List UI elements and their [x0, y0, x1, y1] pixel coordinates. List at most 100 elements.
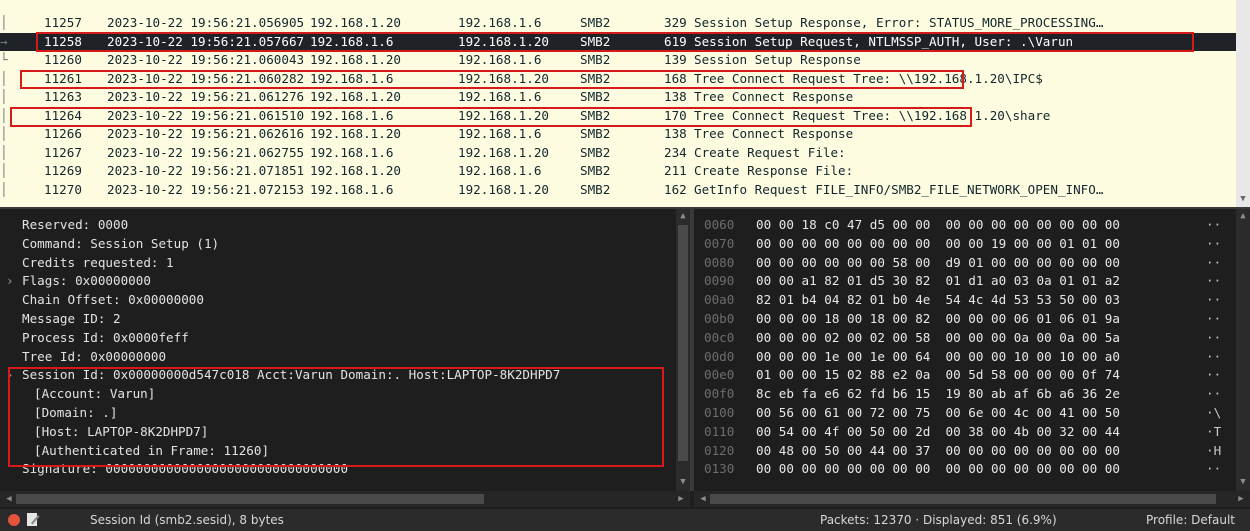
packet-row[interactable]: → 11258 2023-10-22 19:56:21.057667 192.168.…	[0, 32, 1236, 51]
details-hscroll-thumb[interactable]	[16, 494, 484, 504]
packet-src: 192.168.1.20	[310, 163, 401, 178]
hex-dump-row[interactable]: 0110 00 54 00 4f 00 50 00 2d 00 38 00 4b …	[694, 423, 1234, 442]
packet-row[interactable]: │ 11263 2023-10-22 19:56:21.061276 192.168.…	[0, 88, 1236, 107]
expand-icon[interactable]: ›	[6, 272, 14, 291]
detail-field[interactable]: Reserved: 0000	[0, 216, 680, 235]
packet-len: 138	[664, 89, 687, 104]
expand-icon[interactable]: ›	[6, 366, 14, 385]
packet-row[interactable]: │ 11257 2023-10-22 19:56:21.056905 192.168.…	[0, 14, 1236, 33]
scroll-up-icon[interactable]: ▲	[1236, 209, 1250, 223]
hex-dump-row[interactable]: 0070 00 00 00 00 00 00 00 00 00 00 19 00 …	[694, 235, 1234, 254]
hex-dump-row[interactable]: 0100 00 56 00 61 00 72 00 75 00 6e 00 4c …	[694, 404, 1234, 423]
packet-src: 192.168.1.6	[310, 144, 394, 160]
details-hscrollbar[interactable]: ◀ ▶	[0, 491, 690, 507]
status-bar: Session Id (smb2.sesid), 8 bytes Packets…	[0, 509, 1250, 531]
packet-src: 192.168.1.6	[310, 70, 394, 86]
hex-dump-row[interactable]: 00e0 01 00 00 15 02 88 e2 0a 00 5d 58 00 …	[694, 366, 1234, 385]
packet-tree: │	[0, 126, 8, 141]
packet-proto: SMB2	[580, 144, 611, 160]
hex-dump-row[interactable]: 0080 00 00 00 00 00 00 58 00 d9 01 00 00 …	[694, 254, 1234, 273]
detail-field[interactable]: Signature: 00000000000000000000000000000…	[0, 460, 680, 479]
bytes-hscroll-thumb[interactable]	[710, 494, 1216, 504]
hex-bytes: 00 00 a1 82 01 d5 30 82 01 d1 a0 03 0a 0…	[756, 273, 1120, 289]
packet-no: 11258	[44, 33, 82, 49]
packet-row[interactable]: │ 11264 2023-10-22 19:56:21.061510 192.168.…	[0, 107, 1236, 126]
horizontal-splitter[interactable]	[0, 207, 1250, 209]
packet-info: Create Request File:	[694, 144, 846, 160]
packet-len: 329	[664, 15, 687, 30]
packet-row[interactable]: │ 11266 2023-10-22 19:56:21.062616 192.168.…	[0, 125, 1236, 144]
details-vscrollbar[interactable]: ▲ ▼	[676, 209, 690, 491]
detail-field[interactable]: Message ID: 2	[0, 310, 680, 329]
detail-field[interactable]: Chain Offset: 0x00000000	[0, 291, 680, 310]
detail-field[interactable]: Command: Session Setup (1)	[0, 235, 680, 254]
scroll-down-icon[interactable]: ▼	[1236, 192, 1250, 206]
packet-src: 192.168.1.6	[310, 181, 394, 197]
packet-dst: 192.168.1.20	[458, 107, 549, 123]
packet-row[interactable]: │ 11269 2023-10-22 19:56:21.071851 192.168.…	[0, 162, 1236, 181]
packet-info: Tree Connect Request Tree: \\192.168.1.2…	[694, 107, 1051, 123]
packet-time: 2023-10-22 19:56:21.057667	[107, 33, 305, 49]
hex-dump-row[interactable]: 0090 00 00 a1 82 01 d5 30 82 01 d1 a0 03 …	[694, 272, 1234, 291]
detail-subfield[interactable]: [Host: LAPTOP-8K2DHPD7]	[0, 423, 680, 442]
detail-field[interactable]: Credits requested: 1	[0, 254, 680, 273]
packet-bytes-pane[interactable]: 0060 00 00 18 c0 47 d5 00 00 00 00 00 00 …	[694, 208, 1250, 491]
hex-dump-row[interactable]: 00d0 00 00 00 1e 00 1e 00 64 00 00 00 10 …	[694, 348, 1234, 367]
edit-comment-icon[interactable]	[26, 512, 40, 527]
detail-text: Message ID: 2	[22, 311, 121, 326]
bytes-vscrollbar[interactable]: ▲ ▼	[1236, 209, 1250, 491]
detail-subfield[interactable]: [Account: Varun]	[0, 385, 680, 404]
packet-proto: SMB2	[580, 107, 611, 123]
scroll-right-icon[interactable]: ▶	[674, 492, 688, 506]
packet-time: 2023-10-22 19:56:21.060282	[107, 70, 305, 86]
hex-bytes: 82 01 b4 04 82 01 b0 4e 54 4c 4d 53 53 5…	[756, 292, 1120, 308]
detail-field[interactable]: › Session Id: 0x00000000d547c018 Acct:Var…	[0, 366, 680, 385]
packet-time: 2023-10-22 19:56:21.062755	[107, 144, 305, 160]
scroll-right-icon[interactable]: ▶	[1234, 492, 1248, 506]
details-vscroll-thumb[interactable]	[678, 225, 688, 461]
hex-offset: 00a0	[704, 292, 735, 308]
hex-dump-row[interactable]: 0060 00 00 18 c0 47 d5 00 00 00 00 00 00 …	[694, 216, 1234, 235]
packet-row[interactable]: │ 11261 2023-10-22 19:56:21.060282 192.168.…	[0, 70, 1236, 89]
packet-info: GetInfo Request FILE_INFO/SMB2_FILE_NETW…	[694, 181, 1104, 197]
packet-no: 11260	[44, 52, 82, 67]
vertical-splitter[interactable]	[690, 209, 694, 491]
packet-dst: 192.168.1.6	[458, 126, 542, 141]
hex-dump-row[interactable]: 0120 00 48 00 50 00 44 00 37 00 00 00 00 …	[694, 442, 1234, 461]
packet-list-vscrollbar[interactable]: ▼	[1236, 0, 1250, 207]
scroll-down-icon[interactable]: ▼	[676, 475, 690, 489]
packet-info: Create Response File:	[694, 163, 854, 178]
packet-details-pane[interactable]: Reserved: 0000 Command: Session Setup (1)…	[0, 208, 692, 491]
profile-text[interactable]: Profile: Default	[1146, 509, 1235, 531]
scroll-up-icon[interactable]: ▲	[676, 209, 690, 223]
detail-text: Flags: 0x00000000	[22, 273, 151, 289]
detail-subfield[interactable]: [Domain: .]	[0, 404, 680, 423]
packet-row[interactable]: │ 11267 2023-10-22 19:56:21.062755 192.168.…	[0, 144, 1236, 163]
hex-dump-row[interactable]: 00b0 00 00 00 18 00 18 00 82 00 00 00 06 …	[694, 310, 1234, 329]
packet-proto: SMB2	[580, 15, 611, 30]
detail-field[interactable]: › Flags: 0x00000000	[0, 272, 680, 291]
detail-field[interactable]: Process Id: 0x0000feff	[0, 329, 680, 348]
hex-dump-row[interactable]: 00a0 82 01 b4 04 82 01 b0 4e 54 4c 4d 53 …	[694, 291, 1234, 310]
packet-src: 192.168.1.20	[310, 15, 401, 30]
packet-row[interactable]: └ 11260 2023-10-22 19:56:21.060043 192.168.…	[0, 51, 1236, 70]
hex-ascii: ··	[1206, 329, 1222, 345]
hex-dump-row[interactable]: 00f0 8c eb fa e6 62 fd b6 15 19 80 ab af …	[694, 385, 1234, 404]
detail-field[interactable]: Tree Id: 0x00000000	[0, 348, 680, 367]
scroll-down-icon[interactable]: ▼	[1236, 475, 1250, 489]
bytes-hscrollbar[interactable]: ◀ ▶	[694, 491, 1250, 507]
hex-bytes: 00 00 18 c0 47 d5 00 00 00 00 00 00 00 0…	[756, 217, 1120, 232]
detail-text: Session Id: 0x00000000d547c018 Acct:Varu…	[22, 367, 561, 383]
scroll-left-icon[interactable]: ◀	[2, 492, 16, 506]
detail-subfield[interactable]: [Authenticated in Frame: 11260]	[0, 442, 680, 461]
hex-dump-row[interactable]: 0130 00 00 00 00 00 00 00 00 00 00 00 00 …	[694, 460, 1234, 479]
packet-row[interactable]: │ 11270 2023-10-22 19:56:21.072153 192.168.…	[0, 181, 1236, 200]
packet-len: 162	[664, 181, 687, 197]
capture-status-icon[interactable]	[8, 514, 20, 526]
packet-info: Session Setup Response, Error: STATUS_MO…	[694, 15, 1104, 30]
scroll-left-icon[interactable]: ◀	[696, 492, 710, 506]
field-info-text: Session Id (smb2.sesid), 8 bytes	[90, 513, 284, 527]
hex-dump-row[interactable]: 00c0 00 00 00 02 00 02 00 58 00 00 00 0a …	[694, 329, 1234, 348]
detail-text: [Domain: .]	[34, 405, 118, 420]
packet-list[interactable]: │ 11257 2023-10-22 19:56:21.056905 192.168.…	[0, 0, 1250, 208]
